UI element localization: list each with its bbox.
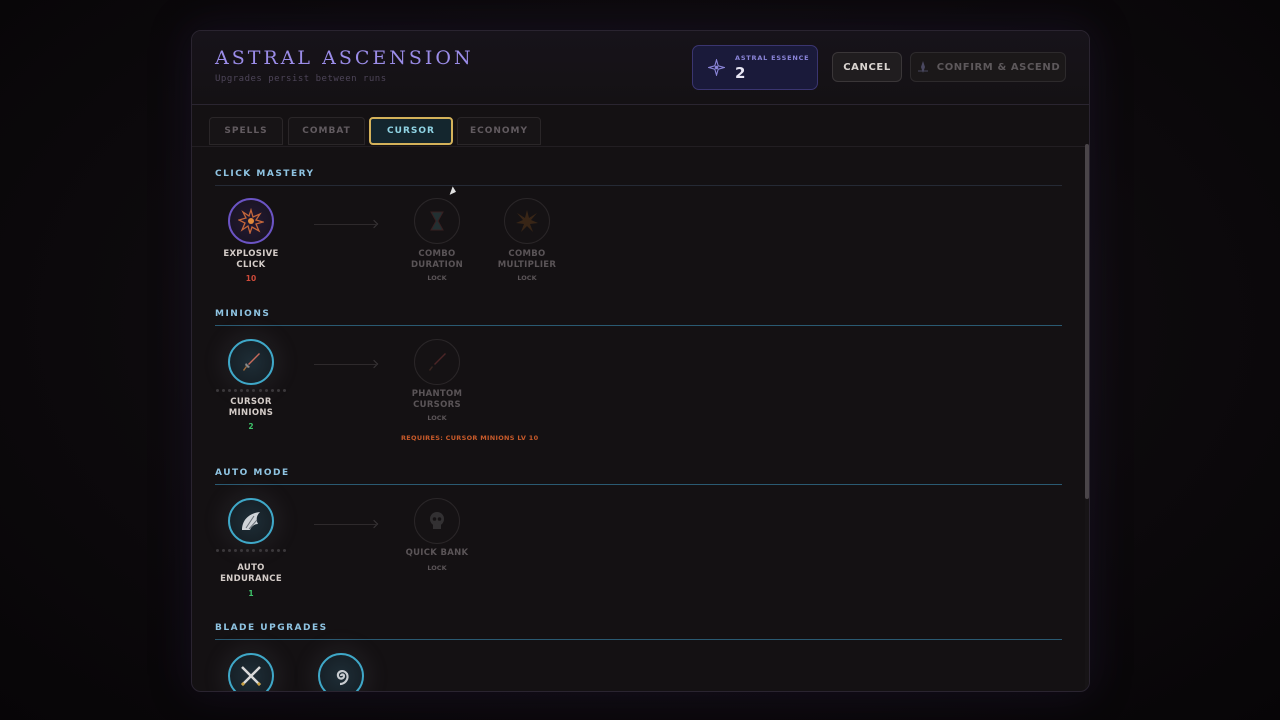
spiral-icon [336, 670, 349, 686]
node-label: EXPLOSIVE CLICK [223, 249, 279, 270]
connector-arrow [314, 224, 376, 225]
star-icon [708, 59, 725, 76]
sword-icon [429, 353, 446, 371]
progress-dots [216, 389, 286, 392]
tab-spells[interactable]: SPELLS [209, 117, 283, 145]
essence-counter: ASTRAL ESSENCE 2 [692, 45, 818, 90]
ascend-icon [917, 61, 928, 73]
node-level: LOCK [427, 274, 447, 282]
connector-arrow [314, 524, 376, 525]
explosion-icon [238, 208, 264, 234]
upgrade-tree-content [192, 146, 1089, 691]
node-cursor-minions[interactable] [228, 339, 274, 385]
confirm-ascend-button[interactable]: CONFIRM & ASCEND [910, 52, 1066, 82]
node-level: 10 [245, 274, 257, 283]
node-crossed-blades[interactable] [228, 653, 274, 691]
cancel-button[interactable]: CANCEL [832, 52, 902, 82]
section-title-blade-upgrades: BLADE UPGRADES [215, 623, 328, 633]
requirement-text: REQUIRES: CURSOR MINIONS LV 10 [401, 434, 539, 442]
section-divider [215, 639, 1062, 640]
node-phantom-cursors[interactable] [414, 339, 460, 385]
section-title-click-mastery: CLICK MASTERY [215, 169, 315, 179]
node-level: LOCK [427, 564, 447, 572]
node-spiral[interactable] [318, 653, 364, 691]
section-title-auto-mode: AUTO MODE [215, 468, 290, 478]
tab-economy[interactable]: ECONOMY [457, 117, 541, 145]
tab-combat[interactable]: COMBAT [288, 117, 365, 145]
connector-arrow [314, 364, 376, 365]
node-level: LOCK [517, 274, 537, 282]
node-label: COMBO MULTIPLIER [497, 249, 557, 270]
progress-dots [216, 549, 286, 552]
tab-cursor[interactable]: CURSOR [369, 117, 453, 145]
skull-icon [430, 512, 444, 529]
node-label: COMBO DURATION [410, 249, 464, 270]
scrollbar-thumb[interactable] [1085, 144, 1089, 499]
burst-icon [516, 210, 538, 232]
page-title: ASTRAL ASCENSION [215, 47, 474, 69]
node-auto-endurance[interactable] [228, 498, 274, 544]
essence-value: 2 [735, 64, 746, 82]
node-label: AUTO ENDURANCE [220, 563, 282, 584]
node-label: QUICK BANK [405, 548, 469, 558]
essence-label: ASTRAL ESSENCE [735, 54, 810, 62]
section-title-minions: MINIONS [215, 309, 271, 319]
confirm-ascend-label: CONFIRM & ASCEND [936, 61, 1061, 73]
section-divider [215, 325, 1062, 326]
sword-icon [243, 353, 260, 371]
node-combo-multiplier[interactable] [504, 198, 550, 244]
hourglass-icon [430, 211, 444, 231]
node-explosive-click[interactable] [228, 198, 274, 244]
ascension-panel: ASTRAL ASCENSION Upgrades persist betwee… [191, 30, 1090, 692]
node-label: PHANTOM CURSORS [411, 389, 463, 410]
node-label: CURSOR MINIONS [228, 397, 274, 418]
node-level: 2 [248, 422, 254, 431]
panel-header: ASTRAL ASCENSION Upgrades persist betwee… [192, 31, 1089, 105]
node-level: 1 [248, 589, 254, 598]
page-subtitle: Upgrades persist between runs [215, 74, 387, 84]
wing-icon [242, 512, 260, 530]
crossed-swords-icon [240, 666, 262, 687]
section-divider [215, 185, 1062, 186]
node-combo-duration[interactable] [414, 198, 460, 244]
section-divider [215, 484, 1062, 485]
node-level: LOCK [427, 414, 447, 422]
node-quick-bank[interactable] [414, 498, 460, 544]
